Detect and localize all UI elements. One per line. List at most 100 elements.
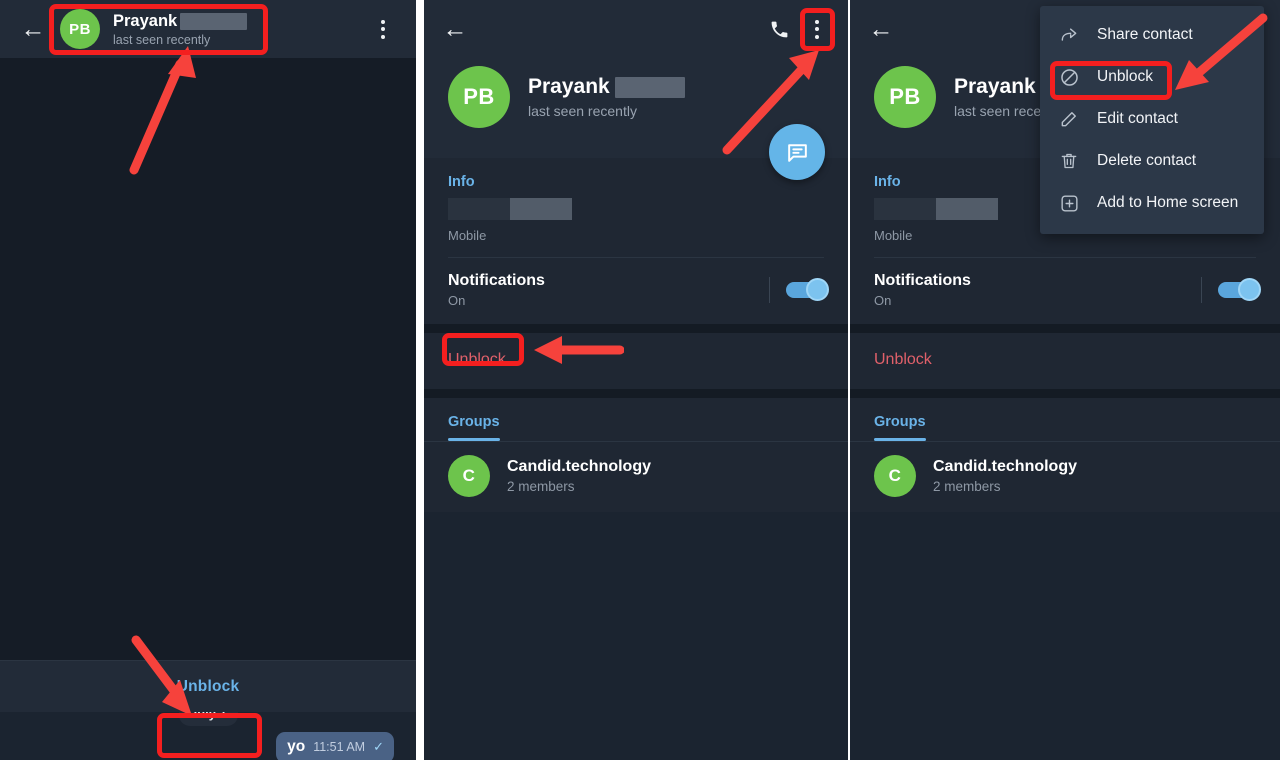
tab-indicator	[448, 438, 500, 441]
avatar-initials: PB	[69, 20, 91, 38]
panel-gap	[848, 0, 850, 760]
groups-card: Groups C Candid.technology 2 members	[850, 398, 1280, 512]
divider-vertical	[1201, 277, 1202, 303]
section-gap	[850, 389, 1280, 398]
notifications-control	[769, 277, 829, 303]
notifications-state: On	[448, 293, 466, 308]
menu-item-label: Add to Home screen	[1097, 194, 1239, 211]
profile-appbar: ←	[424, 0, 848, 58]
contact-name-row: Prayank	[528, 75, 685, 99]
menu-item-edit-contact[interactable]: Edit contact	[1040, 98, 1264, 140]
menu-item-unblock[interactable]: Unblock	[1040, 56, 1264, 98]
menu-item-share-contact[interactable]: Share contact	[1040, 14, 1264, 56]
read-receipt-icon: ✓	[373, 739, 384, 754]
divider-vertical	[769, 277, 770, 303]
unblock-card: Unblock	[850, 333, 1280, 389]
group-list-item-text: Candid.technology 2 members	[507, 458, 651, 494]
contact-name-row: Prayank	[113, 11, 248, 31]
menu-item-label: Edit contact	[1097, 110, 1178, 127]
group-avatar-initial: C	[888, 466, 902, 485]
section-gap	[850, 324, 1280, 333]
avatar[interactable]: PB	[448, 66, 510, 128]
profile-header: ← PB Prayank last seen recently	[424, 0, 848, 180]
group-members: 2 members	[507, 479, 575, 494]
screenshot-stage: ← PB Prayank last seen recently July 1 y…	[0, 0, 1280, 760]
unblock-row[interactable]: Unblock	[424, 333, 848, 389]
more-vertical-icon[interactable]	[364, 10, 402, 48]
info-card: Info Mobile Notifications On	[424, 158, 848, 324]
unblock-bar-label: Unblock	[176, 677, 240, 695]
redacted-surname	[180, 12, 248, 30]
contact-name: Prayank	[113, 11, 178, 30]
group-avatar: C	[874, 455, 916, 497]
share-icon	[1058, 24, 1080, 46]
contact-name: Prayank	[954, 75, 1036, 98]
notifications-text: Notifications On	[448, 272, 545, 308]
notifications-toggle[interactable]	[786, 278, 829, 301]
more-vertical-icon[interactable]	[798, 10, 836, 48]
avatar[interactable]: PB	[874, 66, 936, 128]
menu-item-delete-contact[interactable]: Delete contact	[1040, 140, 1264, 182]
contact-name: Prayank	[528, 75, 610, 98]
group-members: 2 members	[933, 479, 1001, 494]
profile-identity-text: Prayank last seen recently	[528, 75, 685, 119]
group-list-item[interactable]: C Candid.technology 2 members	[424, 442, 848, 512]
contact-status: last seen recently	[528, 103, 637, 119]
unblock-label: Unblock	[874, 351, 932, 368]
trash-icon	[1058, 150, 1080, 172]
tab-indicator	[874, 438, 926, 441]
panel-profile-screen: ← PB Prayank last seen recently Info Mob…	[424, 0, 848, 760]
unblock-card: Unblock	[424, 333, 848, 389]
section-gap	[424, 389, 848, 398]
contact-status: last seen recently	[113, 32, 211, 47]
avatar-initials: PB	[463, 84, 495, 109]
phone-icon[interactable]	[760, 10, 798, 48]
groups-tabstrip: Groups	[850, 398, 1280, 441]
chat-message-area: July 1 yo 11:51 AM ✓ Unblock	[0, 58, 416, 760]
notifications-title: Notifications	[448, 272, 545, 289]
group-avatar: C	[448, 455, 490, 497]
add-box-icon	[1058, 192, 1080, 214]
back-arrow-icon[interactable]: ←	[862, 10, 900, 48]
notifications-title: Notifications	[874, 272, 971, 289]
chat-appbar: ← PB Prayank last seen recently	[0, 0, 416, 58]
group-list-item-text: Candid.technology 2 members	[933, 458, 1077, 494]
unblock-label: Unblock	[448, 351, 506, 368]
overflow-menu: Share contact Unblock Edit contact Delet…	[1040, 6, 1264, 234]
tab-groups[interactable]: Groups	[874, 398, 926, 441]
section-gap	[424, 324, 848, 333]
message-fab-button[interactable]	[769, 124, 825, 180]
panel-chat-screen: ← PB Prayank last seen recently July 1 y…	[0, 0, 416, 760]
message-bubble-outgoing[interactable]: yo 11:51 AM ✓	[276, 732, 394, 760]
phone-number-row[interactable]: Mobile	[424, 192, 848, 257]
avatar-initials: PB	[889, 84, 921, 109]
notifications-text: Notifications On	[874, 272, 971, 308]
menu-item-add-to-home-screen[interactable]: Add to Home screen	[1040, 182, 1264, 224]
chat-header-contact[interactable]: PB Prayank last seen recently	[60, 9, 248, 49]
avatar: PB	[60, 9, 100, 49]
group-name: Candid.technology	[933, 458, 1077, 475]
redacted-surname	[614, 76, 685, 98]
tab-groups[interactable]: Groups	[448, 398, 500, 441]
groups-tabstrip: Groups	[424, 398, 848, 441]
back-arrow-icon[interactable]: ←	[14, 10, 52, 48]
menu-item-label: Unblock	[1097, 68, 1153, 85]
notifications-row[interactable]: Notifications On	[424, 258, 848, 324]
block-icon	[1058, 66, 1080, 88]
chat-header-text: Prayank last seen recently	[113, 11, 248, 47]
group-list-item[interactable]: C Candid.technology 2 members	[850, 442, 1280, 512]
group-avatar-initial: C	[462, 466, 476, 485]
group-name: Candid.technology	[507, 458, 651, 475]
notifications-state: On	[874, 293, 892, 308]
notifications-toggle[interactable]	[1218, 278, 1261, 301]
panel-gap	[416, 0, 424, 760]
profile-identity: PB Prayank last seen recently	[424, 58, 848, 128]
notifications-row[interactable]: Notifications On	[850, 258, 1280, 324]
back-arrow-icon[interactable]: ←	[436, 10, 474, 48]
unblock-row[interactable]: Unblock	[850, 333, 1280, 389]
menu-item-label: Delete contact	[1097, 152, 1197, 169]
message-time: 11:51 AM	[313, 740, 366, 754]
unblock-bar-button[interactable]: Unblock	[0, 660, 416, 712]
notifications-control	[1201, 277, 1261, 303]
pencil-icon	[1058, 108, 1080, 130]
